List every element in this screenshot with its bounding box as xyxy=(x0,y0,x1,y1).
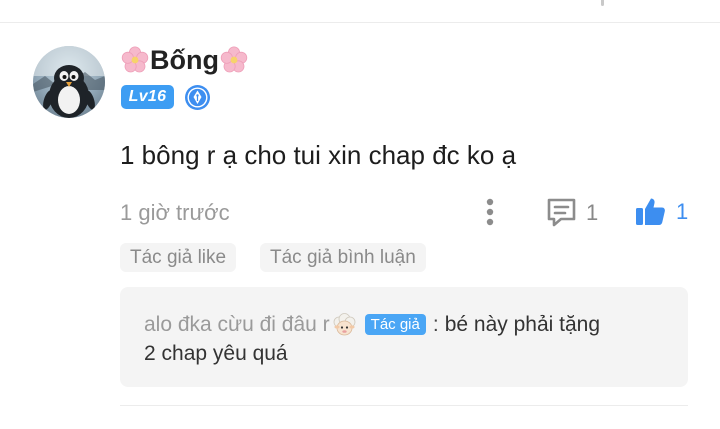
reply-colon: : xyxy=(432,312,439,336)
comment-text: 1 bông r ạ cho tui xin chap đc ko ạ xyxy=(120,140,517,170)
vertical-dots-icon[interactable] xyxy=(480,197,500,227)
comment-timestamp: 1 giờ trước xyxy=(120,200,230,225)
thumbs-up-icon xyxy=(636,198,665,225)
level-badge: Lv16 xyxy=(121,85,174,109)
like-button[interactable]: 1 xyxy=(634,195,688,228)
author-badge: Tác giả xyxy=(364,314,426,335)
top-divider xyxy=(0,22,720,23)
tag-author-like: Tác giả like xyxy=(120,243,237,272)
reply-preview[interactable]: alo đka cừu đi đâu r Tác giả : bé này ph… xyxy=(120,287,688,387)
avatar[interactable] xyxy=(33,46,105,118)
penguin-avatar-icon xyxy=(33,46,105,118)
reply-button[interactable]: 1 xyxy=(545,196,598,229)
reply-count: 1 xyxy=(586,199,599,225)
bottom-divider xyxy=(120,405,688,406)
username-text: Bống xyxy=(150,44,219,75)
reply-username[interactable]: alo đka cừu đi đâu r xyxy=(144,313,330,337)
like-count: 1 xyxy=(676,198,689,224)
pen-nib-icon xyxy=(184,84,211,111)
reply-text-line-2: 2 chap yêu quá xyxy=(144,342,288,365)
reply-text-line-1: bé này phải tặng xyxy=(444,312,601,336)
comment-bubble-icon xyxy=(547,198,576,227)
cherry-blossom-icon xyxy=(219,45,249,75)
sheep-emoji-icon xyxy=(331,311,358,338)
cherry-blossom-icon xyxy=(120,45,150,75)
scroll-tick xyxy=(601,0,604,6)
tag-author-comment: Tác giả bình luận xyxy=(260,243,426,272)
username[interactable]: Bống xyxy=(120,43,249,77)
